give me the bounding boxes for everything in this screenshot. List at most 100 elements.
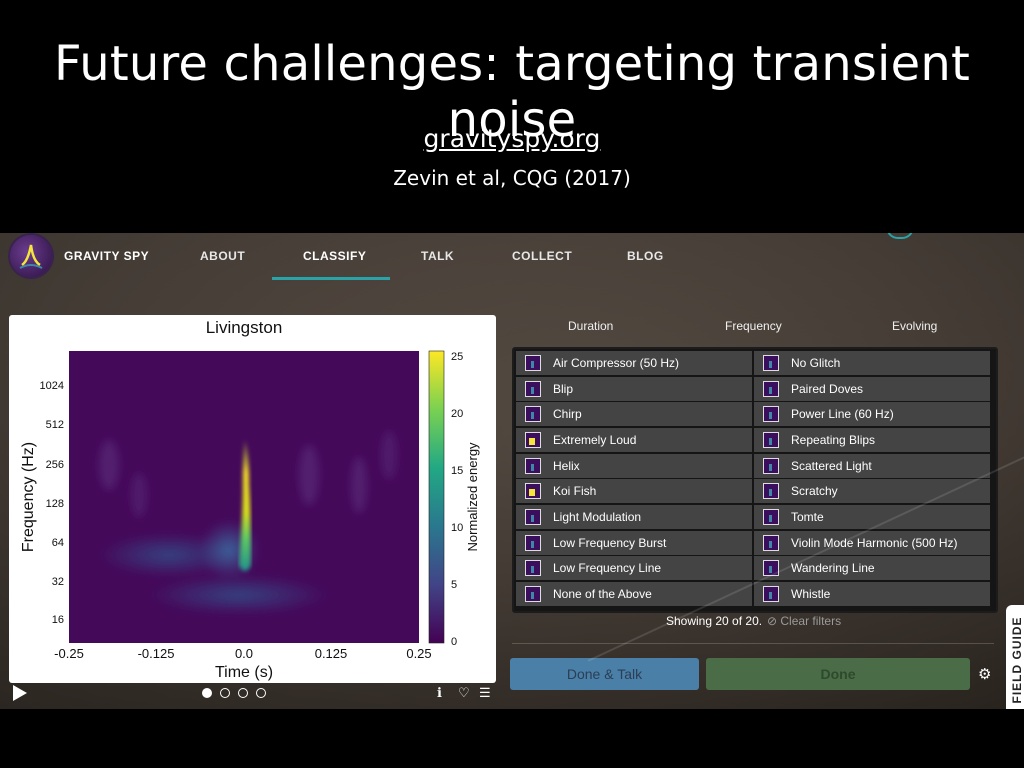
ytick-1024: 1024: [40, 380, 64, 392]
category-scattered-light[interactable]: Scattered Light: [754, 454, 990, 478]
category-thumbnail-icon: [763, 432, 779, 448]
category-whistle[interactable]: Whistle: [754, 582, 990, 606]
cbar-tick-15: 15: [451, 465, 463, 477]
ytick-64: 64: [52, 537, 64, 549]
ytick-256: 256: [46, 459, 64, 471]
view-dot-4[interactable]: [256, 688, 266, 698]
gravityspy-link[interactable]: gravityspy.org: [0, 124, 1024, 153]
category-paired-doves[interactable]: Paired Doves: [754, 377, 990, 401]
view-dot-2[interactable]: [220, 688, 230, 698]
spectrogram-panel: Livingston 16 32 64 128 256 512 1024 -0.…: [9, 315, 496, 683]
chart-title: Livingston: [206, 318, 283, 337]
category-thumbnail-icon: [525, 458, 541, 474]
filter-frequency[interactable]: Frequency: [725, 319, 782, 333]
category-thumbnail-icon: [763, 381, 779, 397]
category-extremely-loud[interactable]: Extremely Loud: [516, 428, 752, 452]
brand-name[interactable]: GRAVITY SPY: [64, 249, 149, 263]
cbar-tick-0: 0: [451, 636, 457, 648]
ytick-128: 128: [46, 498, 64, 510]
ytick-16: 16: [52, 614, 64, 626]
category-thumbnail-icon: [763, 355, 779, 371]
field-guide-tab[interactable]: FIELD GUIDE: [1006, 605, 1024, 709]
category-thumbnail-icon: [525, 432, 541, 448]
spectrogram-chart: Livingston 16 32 64 128 256 512 1024 -0.…: [20, 318, 480, 681]
ytick-512: 512: [46, 419, 64, 431]
xtick-0.25: 0.25: [406, 646, 431, 661]
notification-icon[interactable]: [886, 233, 914, 239]
cbar-tick-10: 10: [451, 522, 463, 534]
category-power-line[interactable]: Power Line (60 Hz): [754, 402, 990, 426]
category-thumbnail-icon: [525, 586, 541, 602]
gravity-spy-logo[interactable]: [10, 235, 52, 277]
category-low-frequency-burst[interactable]: Low Frequency Burst: [516, 531, 752, 555]
colorbar-label: Normalized energy: [465, 442, 480, 552]
category-thumbnail-icon: [525, 381, 541, 397]
play-icon[interactable]: [13, 685, 27, 701]
field-guide-label: FIELD GUIDE: [1010, 616, 1024, 704]
nav-blog[interactable]: BLOG: [627, 249, 664, 263]
gear-icon[interactable]: ⚙: [978, 665, 991, 683]
category-blip[interactable]: Blip: [516, 377, 752, 401]
category-thumbnail-icon: [525, 560, 541, 576]
category-thumbnail-icon: [763, 483, 779, 499]
category-thumbnail-icon: [525, 483, 541, 499]
done-and-talk-button[interactable]: Done & Talk: [510, 658, 699, 690]
xtick-minus-0.125: -0.125: [138, 646, 175, 661]
category-koi-fish[interactable]: Koi Fish: [516, 479, 752, 503]
active-tab-indicator: [272, 277, 390, 280]
category-thumbnail-icon: [763, 458, 779, 474]
colorbar: [428, 350, 445, 644]
filter-evolving[interactable]: Evolving: [892, 319, 937, 333]
collect-icon[interactable]: ☰: [479, 685, 491, 701]
player-controls: ℹ ♡ ☰: [0, 679, 500, 707]
nav-about[interactable]: ABOUT: [200, 249, 245, 263]
x-axis-ticks: -0.25 -0.125 0.0 0.125 0.25: [54, 646, 431, 661]
top-navigation: GRAVITY SPY ABOUT CLASSIFY TALK COLLECT …: [0, 233, 1024, 281]
xtick-0.0: 0.0: [235, 646, 253, 661]
category-wandering-line[interactable]: Wandering Line: [754, 556, 990, 580]
category-thumbnail-icon: [525, 355, 541, 371]
y-axis-label: Frequency (Hz): [20, 442, 37, 552]
category-repeating-blips[interactable]: Repeating Blips: [754, 428, 990, 452]
category-thumbnail-icon: [525, 509, 541, 525]
colorbar-ticks: 0 5 10 15 20 25: [451, 351, 463, 648]
divider: [512, 643, 994, 644]
filter-duration[interactable]: Duration: [568, 319, 613, 333]
favorite-icon[interactable]: ♡: [458, 685, 470, 701]
category-chirp[interactable]: Chirp: [516, 402, 752, 426]
done-button[interactable]: Done: [706, 658, 970, 690]
category-none-of-the-above[interactable]: None of the Above: [516, 582, 752, 606]
category-tomte[interactable]: Tomte: [754, 505, 990, 529]
category-thumbnail-icon: [525, 406, 541, 422]
cbar-tick-20: 20: [451, 408, 463, 420]
view-dot-3[interactable]: [238, 688, 248, 698]
category-thumbnail-icon: [763, 509, 779, 525]
heatmap-area: [69, 351, 419, 643]
glitch-category-grid: Air Compressor (50 Hz) Blip Chirp Extrem…: [512, 347, 998, 613]
category-thumbnail-icon: [763, 535, 779, 551]
category-low-frequency-line[interactable]: Low Frequency Line: [516, 556, 752, 580]
xtick-minus-0.25: -0.25: [54, 646, 84, 661]
nav-collect[interactable]: COLLECT: [512, 249, 572, 263]
category-thumbnail-icon: [763, 560, 779, 576]
nav-classify[interactable]: CLASSIFY: [303, 249, 366, 263]
category-light-modulation[interactable]: Light Modulation: [516, 505, 752, 529]
ytick-32: 32: [52, 576, 64, 588]
showing-count: Showing 20 of 20.: [666, 614, 763, 628]
cbar-tick-25: 25: [451, 351, 463, 363]
gravity-spy-app: GRAVITY SPY ABOUT CLASSIFY TALK COLLECT …: [0, 233, 1024, 709]
category-helix[interactable]: Helix: [516, 454, 752, 478]
category-violin-mode[interactable]: Violin Mode Harmonic (500 Hz): [754, 531, 990, 555]
category-scratchy[interactable]: Scratchy: [754, 479, 990, 503]
xtick-0.125: 0.125: [315, 646, 348, 661]
clear-filters-link[interactable]: ⊘ Clear filters: [767, 614, 841, 628]
y-axis-ticks: 16 32 64 128 256 512 1024: [40, 380, 64, 626]
nav-talk[interactable]: TALK: [421, 249, 454, 263]
citation: Zevin et al, CQG (2017): [393, 166, 631, 190]
category-thumbnail-icon: [763, 586, 779, 602]
cbar-tick-5: 5: [451, 579, 457, 591]
info-icon[interactable]: ℹ: [437, 685, 442, 701]
category-air-compressor[interactable]: Air Compressor (50 Hz): [516, 351, 752, 375]
view-dot-1[interactable]: [202, 688, 212, 698]
category-no-glitch[interactable]: No Glitch: [754, 351, 990, 375]
